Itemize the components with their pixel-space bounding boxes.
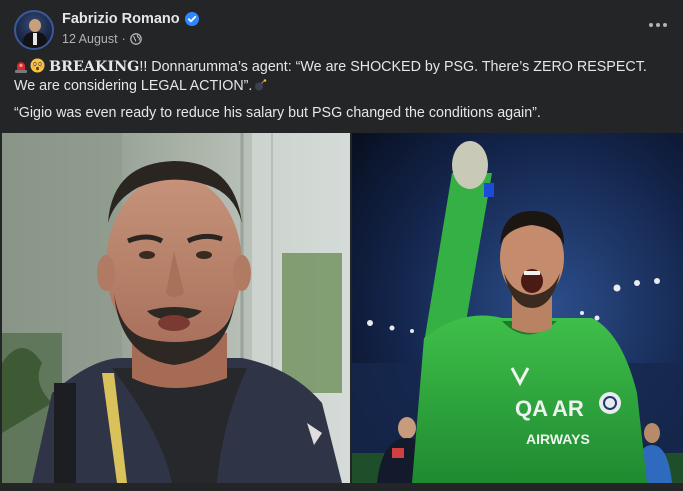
- agent-photo[interactable]: [2, 133, 350, 483]
- author-name-row: Fabrizio Romano: [62, 11, 199, 27]
- post-date[interactable]: 12 August: [62, 32, 118, 46]
- post-text-line1: BREAKING!! Donnarumma’s agent: “We are S…: [14, 58, 670, 96]
- svg-text:AR: AR: [552, 396, 584, 421]
- post-text-line2: “Gigio was even ready to reduce his sala…: [14, 105, 541, 121]
- more-options-icon[interactable]: [647, 18, 669, 32]
- siren-emoji: [15, 62, 27, 73]
- svg-text:AIRWAYS: AIRWAYS: [526, 431, 590, 447]
- verified-badge-icon: [184, 12, 199, 26]
- shocked-face-emoji: [30, 58, 45, 73]
- facebook-post: Fabrizio Romano 12 August · BREAKING!! D…: [0, 0, 683, 491]
- goalkeeper-photo[interactable]: QA AR AIRWAYS: [352, 133, 683, 483]
- meta-separator: ·: [121, 32, 126, 46]
- globe-icon[interactable]: [129, 33, 142, 45]
- bomb-emoji: [255, 79, 267, 91]
- author-avatar[interactable]: [14, 10, 54, 50]
- post-header: Fabrizio Romano 12 August ·: [14, 10, 669, 52]
- svg-text:QA: QA: [515, 396, 548, 421]
- post-meta: 12 August ·: [62, 32, 142, 46]
- breaking-label: BREAKING: [49, 59, 140, 75]
- post-text: BREAKING!! Donnarumma’s agent: “We are S…: [14, 58, 670, 131]
- post-photos: QA AR AIRWAYS: [0, 133, 683, 483]
- author-name[interactable]: Fabrizio Romano: [62, 11, 180, 27]
